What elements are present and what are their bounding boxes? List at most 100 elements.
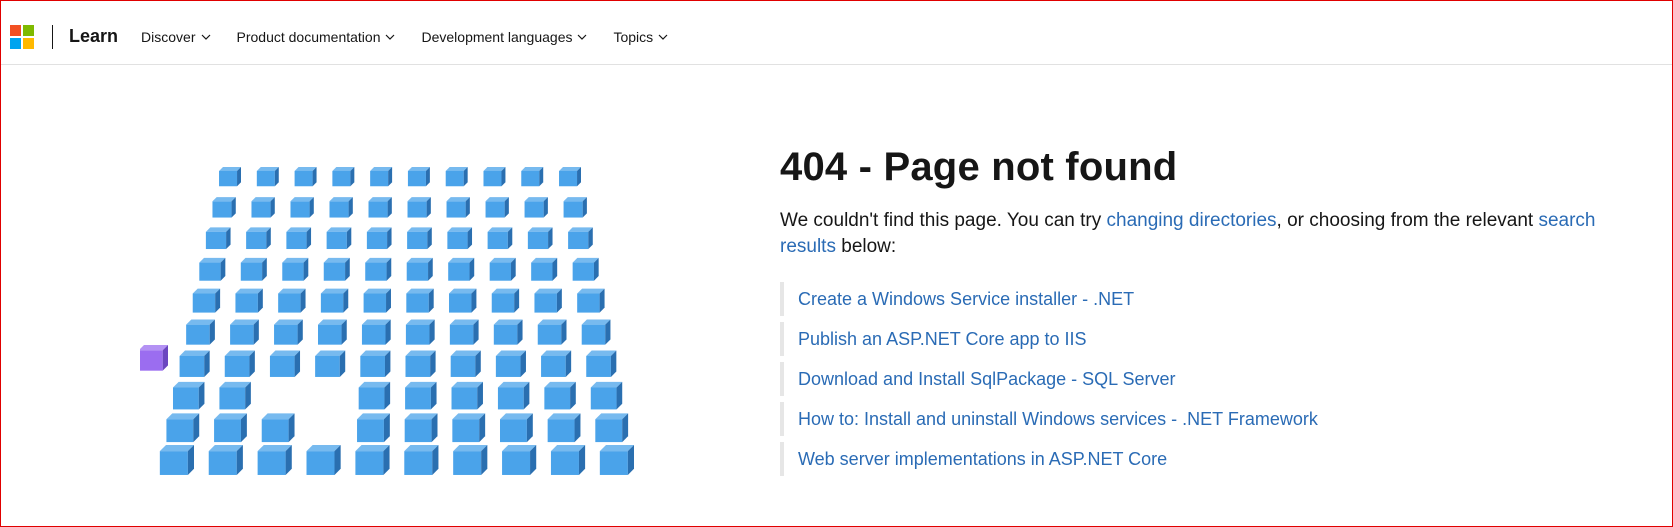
cube [282,257,309,281]
cube [524,197,548,218]
logo-square-yellow [23,37,34,49]
chevron-down-icon [386,34,395,40]
cube [318,319,347,345]
cube [358,381,391,410]
cube [320,288,349,313]
cube [251,197,275,218]
cube [491,288,520,313]
nav-discover[interactable]: Discover [141,29,210,45]
changing-directories-link[interactable]: changing directories [1107,210,1277,231]
result-link[interactable]: Create a Windows Service installer - .NE… [798,289,1134,309]
cube [179,350,210,377]
cube [452,413,486,443]
cube [363,288,391,313]
cube [581,319,611,345]
cube [449,319,479,345]
cube [323,257,350,281]
cube [595,413,629,443]
cube [404,445,439,475]
cube [332,167,355,187]
chevron-down-icon [578,34,587,40]
cube [261,413,295,443]
result-link[interactable]: How to: Install and uninstall Windows se… [798,409,1318,429]
nav-product-documentation[interactable]: Product documentation [237,29,396,45]
logo-square-green [23,24,34,36]
cube [521,167,544,187]
cube [224,350,255,377]
cube [446,197,470,218]
cube [355,445,390,475]
nav-development-languages-label: Development languages [421,28,573,45]
cube [405,319,435,345]
cube [544,381,576,410]
logo-square-red [10,24,21,36]
cube [274,319,303,345]
cube [286,227,312,250]
nav-development-languages[interactable]: Development languages [421,29,587,45]
cube [406,257,433,281]
result-link[interactable]: Publish an ASP.NET Core app to IIS [798,329,1087,349]
cube [257,445,292,475]
cube [534,288,562,313]
cube [256,167,279,187]
list-item: Create a Windows Service installer - .NE… [780,282,1620,316]
list-item: Download and Install SqlPackage - SQL Se… [780,362,1620,396]
cube [269,350,301,377]
cube [407,227,432,250]
cube [278,288,306,313]
cube [445,167,468,187]
cube [599,445,634,475]
cube [485,197,509,218]
cube [451,381,483,410]
cube [405,381,437,410]
cube [563,197,587,218]
logo-divider [52,24,53,49]
main-content: 404 - Page not found We couldn't find th… [780,145,1620,482]
result-link[interactable]: Web server implementations in ASP.NET Co… [798,449,1167,469]
microsoft-logo-icon[interactable] [10,24,34,49]
cube [326,227,352,250]
cube [230,319,259,345]
cube [405,350,436,377]
nav-topics-label: Topics [613,28,654,45]
cube [559,167,581,187]
cube-grid-illustration [140,167,634,475]
page-title: 404 - Page not found [780,145,1178,189]
top-strip [1,1,1672,9]
cube [547,413,581,443]
cube [495,350,526,377]
accent-cube [140,345,168,371]
cube [366,227,392,250]
list-item: How to: Install and uninstall Windows se… [780,402,1620,436]
cube [294,167,317,187]
cube [357,413,390,443]
brand-learn-link[interactable]: Learn [69,26,118,47]
nav-topics[interactable]: Topics [613,29,668,45]
result-link[interactable]: Download and Install SqlPackage - SQL Se… [798,369,1176,389]
cube [172,381,205,410]
cube [541,350,572,377]
cube [487,227,513,250]
not-found-description: We couldn't find this page. You can try … [780,208,1600,260]
cube [489,257,516,281]
cube [531,257,558,281]
cube [568,227,593,250]
cube [407,197,431,218]
cube [192,288,221,313]
site-header: Learn Discover Product documentation Dev… [1,9,1672,65]
description-text-2: , or choosing from the relevant [1276,210,1539,231]
cube [365,257,392,281]
cube [499,413,533,443]
cube [306,445,341,475]
cube [448,257,475,281]
cube [205,227,231,250]
chevron-down-icon [658,34,668,40]
cube [214,413,247,443]
cube [550,445,586,475]
cube [502,445,537,475]
cube [361,319,391,345]
cube [329,197,353,218]
cube [537,319,567,345]
cube [572,257,599,281]
cube [315,350,346,377]
